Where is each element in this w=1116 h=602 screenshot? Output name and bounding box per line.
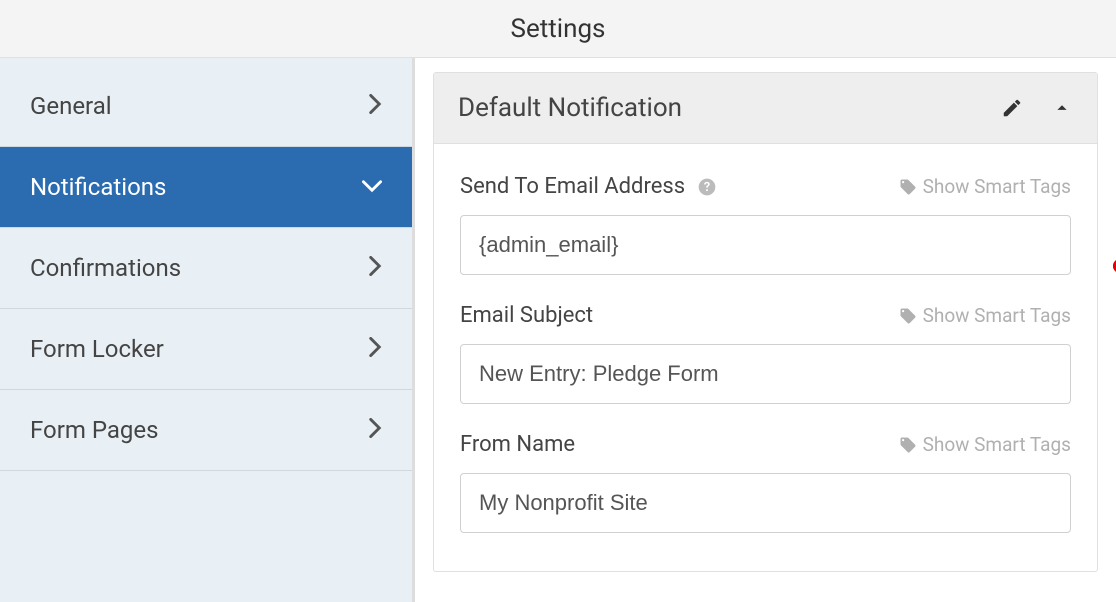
show-smart-tags-link[interactable]: Show Smart Tags — [899, 433, 1071, 456]
edit-icon[interactable] — [1001, 97, 1023, 119]
field-label: Email Subject — [460, 303, 593, 328]
chevron-right-icon — [368, 256, 382, 281]
field-label: From Name — [460, 432, 575, 457]
panel-body: Send To Email Address Show Smart Tags — [434, 144, 1097, 571]
sidebar-item-label: Notifications — [30, 173, 166, 201]
tag-icon — [899, 436, 917, 454]
show-smart-tags-link[interactable]: Show Smart Tags — [899, 175, 1071, 198]
field-email-subject: Email Subject Show Smart Tags — [460, 303, 1071, 404]
sidebar-item-label: General — [30, 92, 112, 120]
field-from-name: From Name Show Smart Tags — [460, 432, 1071, 533]
field-send-to: Send To Email Address Show Smart Tags — [460, 174, 1071, 275]
sidebar-item-notifications[interactable]: Notifications — [0, 147, 412, 228]
smart-tags-label: Show Smart Tags — [923, 175, 1071, 198]
field-header: Send To Email Address Show Smart Tags — [460, 174, 1071, 199]
label-wrap: Email Subject — [460, 303, 593, 328]
sidebar-item-label: Form Pages — [30, 416, 159, 444]
sidebar-item-confirmations[interactable]: Confirmations — [0, 228, 412, 309]
sidebar-item-form-pages[interactable]: Form Pages — [0, 390, 412, 471]
chevron-down-icon — [362, 177, 382, 198]
chevron-right-icon — [368, 418, 382, 443]
show-smart-tags-link[interactable]: Show Smart Tags — [899, 304, 1071, 327]
sidebar-item-form-locker[interactable]: Form Locker — [0, 309, 412, 390]
notification-panel: Default Notification Send To Email Addre… — [433, 72, 1098, 572]
sidebar-item-label: Form Locker — [30, 335, 164, 363]
help-icon[interactable] — [697, 177, 717, 197]
tag-icon — [899, 178, 917, 196]
panel-header: Default Notification — [434, 73, 1097, 144]
settings-sidebar: General Notifications Confirmations Form… — [0, 58, 412, 602]
field-header: From Name Show Smart Tags — [460, 432, 1071, 457]
tag-icon — [899, 307, 917, 325]
email-subject-input[interactable] — [460, 344, 1071, 404]
page-title: Settings — [511, 14, 606, 44]
content-area: Default Notification Send To Email Addre… — [412, 58, 1116, 602]
send-to-input[interactable] — [460, 215, 1071, 275]
chevron-right-icon — [368, 94, 382, 119]
annotation-arrow — [1095, 196, 1116, 336]
panel-actions — [1001, 97, 1073, 119]
label-wrap: Send To Email Address — [460, 174, 717, 199]
field-label: Send To Email Address — [460, 174, 685, 199]
label-wrap: From Name — [460, 432, 575, 457]
field-header: Email Subject Show Smart Tags — [460, 303, 1071, 328]
sidebar-item-label: Confirmations — [30, 254, 181, 282]
panel-title: Default Notification — [458, 93, 682, 123]
smart-tags-label: Show Smart Tags — [923, 433, 1071, 456]
sidebar-item-general[interactable]: General — [0, 66, 412, 147]
chevron-right-icon — [368, 337, 382, 362]
page-header: Settings — [0, 0, 1116, 58]
from-name-input[interactable] — [460, 473, 1071, 533]
main-layout: General Notifications Confirmations Form… — [0, 58, 1116, 602]
collapse-icon[interactable] — [1051, 97, 1073, 119]
smart-tags-label: Show Smart Tags — [923, 304, 1071, 327]
